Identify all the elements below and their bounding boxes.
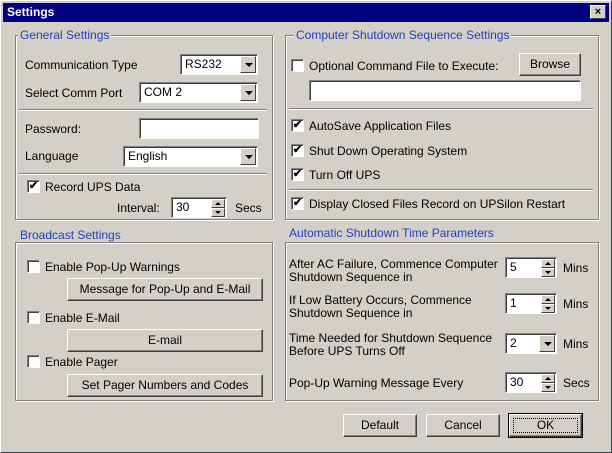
language-value: English — [128, 149, 168, 163]
popup-every-unit: Secs — [563, 376, 590, 390]
optional-command-label: Optional Command File to Execute: — [309, 59, 499, 73]
shutdown-os-label: Shut Down Operating System — [309, 144, 468, 158]
low-battery-label: If Low Battery Occurs, Commence Shutdown… — [289, 293, 472, 320]
email-checkbox[interactable] — [27, 311, 40, 324]
divider — [289, 108, 593, 110]
title-bar: Settings × — [3, 3, 609, 22]
spin-up-icon[interactable] — [541, 259, 555, 268]
chevron-down-icon[interactable] — [240, 148, 256, 165]
cancel-button[interactable]: Cancel — [426, 414, 500, 437]
default-button[interactable]: Default — [343, 414, 417, 437]
autosave-label: AutoSave Application Files — [309, 119, 452, 133]
spin-down-icon[interactable] — [541, 304, 555, 313]
popup-warnings-label: Enable Pop-Up Warnings — [45, 260, 180, 274]
language-select[interactable]: English — [123, 146, 258, 167]
email-button[interactable]: E-mail — [67, 329, 263, 352]
ac-failure-label: After AC Failure, Commence Computer Shut… — [289, 257, 498, 284]
divider — [289, 189, 593, 191]
email-label: Enable E-Mail — [45, 311, 120, 325]
divider — [19, 173, 267, 175]
command-file-field[interactable] — [309, 80, 581, 101]
pager-label: Enable Pager — [45, 355, 118, 369]
interval-label: Interval: — [117, 201, 160, 215]
interval-value: 30 — [176, 200, 190, 214]
comm-port-label: Select Comm Port — [25, 86, 123, 100]
spin-up-icon[interactable] — [211, 199, 225, 208]
turn-off-ups-checkbox[interactable]: ✔ — [291, 168, 304, 181]
comm-type-select[interactable]: RS232 — [180, 54, 258, 75]
popup-every-value: 30 — [510, 375, 524, 389]
record-ups-data-label: Record UPS Data — [45, 180, 141, 194]
shutdown-sequence-title: Computer Shutdown Sequence Settings — [294, 28, 512, 42]
chevron-down-icon[interactable] — [539, 335, 555, 352]
focus-rect — [513, 418, 578, 433]
settings-dialog: Settings × General Settings Communicatio… — [0, 0, 612, 453]
low-battery-unit: Mins — [563, 297, 589, 311]
popup-warnings-checkbox[interactable] — [27, 260, 40, 273]
shutdown-os-checkbox[interactable]: ✔ — [291, 144, 304, 157]
comm-port-value: COM 2 — [144, 85, 183, 99]
turn-off-ups-label: Turn Off UPS — [309, 168, 381, 182]
divider — [19, 109, 267, 111]
ok-button[interactable]: OK — [508, 413, 583, 438]
window-title: Settings — [7, 5, 55, 19]
display-closed-files-label: Display Closed Files Record on UPSilon R… — [309, 197, 566, 211]
ac-failure-stepper[interactable]: 5 — [505, 257, 557, 278]
time-needed-unit: Mins — [563, 337, 589, 351]
spin-up-icon[interactable] — [541, 374, 555, 383]
ac-failure-value: 5 — [510, 260, 517, 274]
optional-command-checkbox[interactable] — [291, 59, 304, 72]
chevron-down-icon[interactable] — [240, 84, 256, 101]
low-battery-value: 1 — [510, 296, 517, 310]
close-icon[interactable]: × — [590, 5, 606, 19]
browse-button[interactable]: Browse — [519, 53, 581, 76]
password-field[interactable] — [139, 118, 259, 139]
comm-port-select[interactable]: COM 2 — [139, 82, 258, 103]
time-needed-label: Time Needed for Shutdown Sequence Before… — [289, 331, 493, 358]
password-label: Password: — [25, 122, 82, 136]
general-settings-title: General Settings — [18, 28, 112, 42]
spin-down-icon[interactable] — [541, 383, 555, 392]
spin-down-icon[interactable] — [541, 268, 555, 277]
interval-unit: Secs — [235, 201, 262, 215]
pager-button[interactable]: Set Pager Numbers and Codes — [67, 374, 263, 397]
language-label: Language — [25, 149, 79, 163]
spin-up-icon[interactable] — [541, 295, 555, 304]
interval-stepper[interactable]: 30 — [171, 197, 227, 218]
time-needed-value: 2 — [510, 336, 517, 350]
pager-checkbox[interactable] — [27, 355, 40, 368]
display-closed-files-checkbox[interactable]: ✔ — [291, 197, 304, 210]
autosave-checkbox[interactable]: ✔ — [291, 119, 304, 132]
popup-every-stepper[interactable]: 30 — [505, 372, 557, 393]
comm-type-value: RS232 — [185, 57, 222, 71]
auto-shutdown-title: Automatic Shutdown Time Parameters — [287, 226, 496, 240]
comm-type-label: Communication Type — [25, 58, 138, 72]
broadcast-settings-title: Broadcast Settings — [18, 228, 123, 242]
ac-failure-unit: Mins — [563, 261, 589, 275]
popup-every-label: Pop-Up Warning Message Every — [289, 376, 464, 390]
spin-down-icon[interactable] — [211, 208, 225, 217]
popup-message-button[interactable]: Message for Pop-Up and E-Mail — [67, 278, 263, 301]
time-needed-select[interactable]: 2 — [505, 333, 557, 354]
record-ups-data-checkbox[interactable]: ✔ — [27, 180, 40, 193]
low-battery-stepper[interactable]: 1 — [505, 293, 557, 314]
chevron-down-icon[interactable] — [240, 56, 256, 73]
